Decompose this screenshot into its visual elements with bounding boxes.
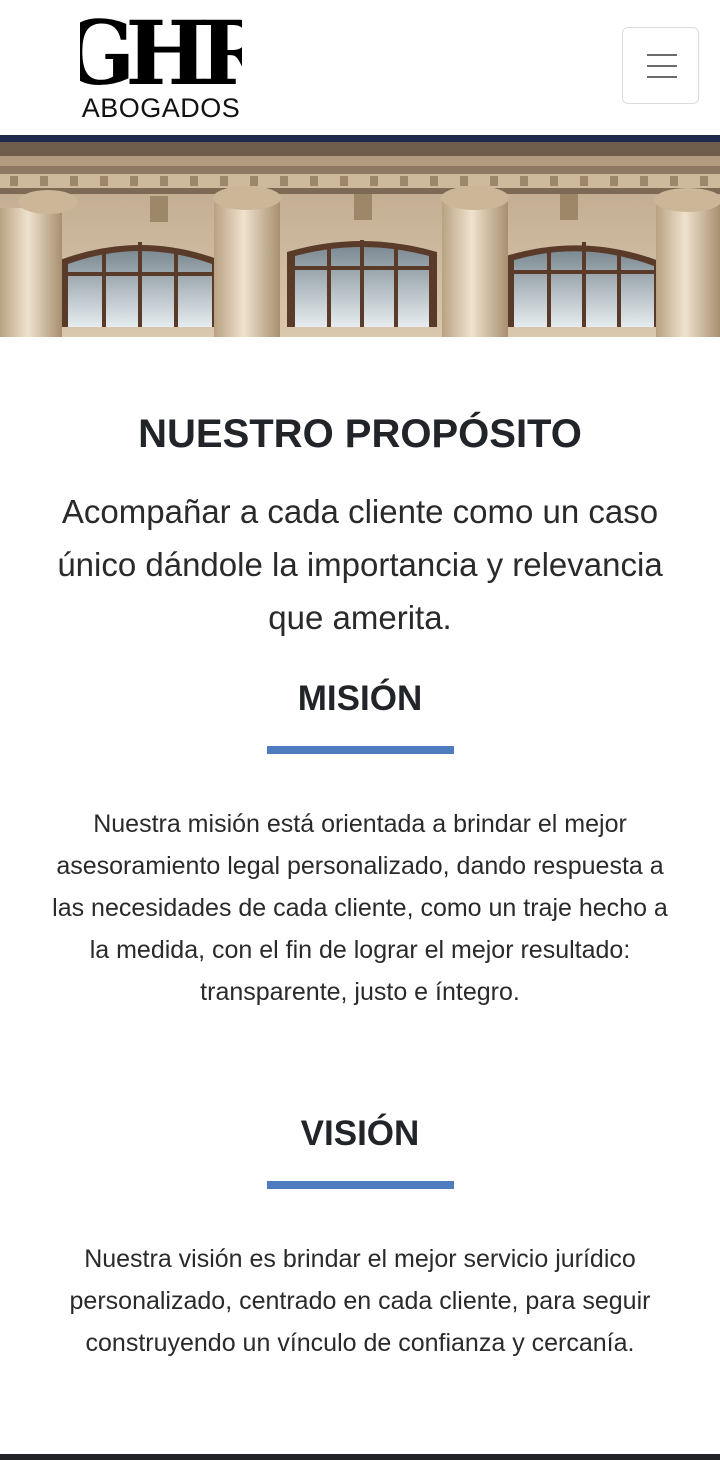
- mission-title: MISIÓN: [297, 679, 423, 718]
- vision-title: VISIÓN: [300, 1114, 420, 1153]
- building-facade-image: [0, 142, 720, 337]
- next-section-edge: [0, 1454, 720, 1460]
- menu-toggle-button[interactable]: [622, 27, 699, 104]
- purpose-text: Acompañar a cada cliente como un caso ún…: [57, 493, 663, 636]
- ghr-logo-mark: GHR: [80, 14, 242, 90]
- brand-logo[interactable]: GHR ABOGADOS: [80, 14, 242, 126]
- header-divider: [0, 135, 720, 142]
- hero-image: [0, 142, 720, 337]
- mission-text: Nuestra misión está orientada a brindar …: [52, 810, 668, 1006]
- navbar: GHR ABOGADOS: [0, 0, 720, 135]
- vision-divider: [267, 1181, 454, 1189]
- vision-text: Nuestra visión es brindar el mejor servi…: [69, 1245, 651, 1357]
- hamburger-icon: [647, 54, 677, 56]
- svg-text:GHR: GHR: [80, 14, 242, 90]
- mission-divider: [267, 746, 454, 754]
- purpose-title: NUESTRO PROPÓSITO: [138, 412, 582, 456]
- logo-wordmark: ABOGADOS: [81, 93, 241, 123]
